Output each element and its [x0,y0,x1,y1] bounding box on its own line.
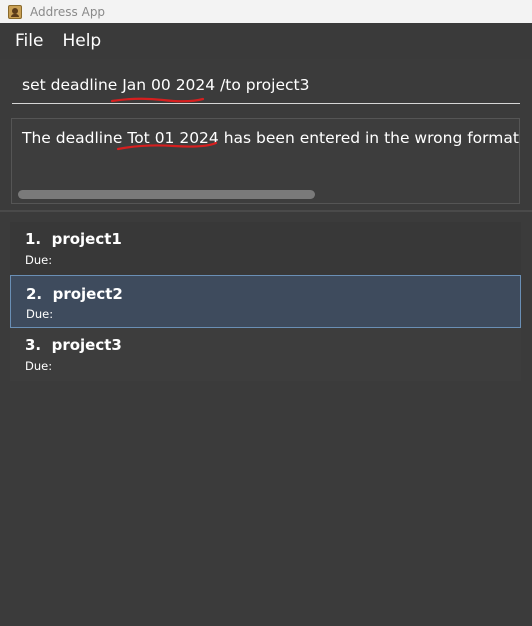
project-title: 3. project3 [25,336,122,354]
window-title: Address App [30,4,106,19]
result-message: The deadline Tot 01 2024 has been entere… [22,129,520,147]
project-due-label: Due: [25,253,53,267]
menu-bar: File Help [0,23,532,59]
menu-file[interactable]: File [15,31,43,51]
window-titlebar: Address App [0,0,532,23]
address-book-icon [8,4,22,19]
menu-help[interactable]: Help [62,31,101,51]
project-index: 1. [25,230,42,248]
project-index: 3. [25,336,42,354]
project-name: project1 [51,230,122,248]
project-due-label: Due: [25,359,53,373]
project-card-3[interactable]: 3. project3 Due: [10,328,521,381]
project-list: 1. project1 Due: 2. project2 Due: 3. pro… [10,222,521,381]
horizontal-scrollbar[interactable] [18,190,315,199]
project-card-1[interactable]: 1. project1 Due: [10,222,521,275]
command-box: set deadline Jan 00 2024 /to project3 [0,60,532,112]
command-input[interactable]: set deadline Jan 00 2024 /to project3 [12,70,520,104]
project-card-2[interactable]: 2. project2 Due: [10,275,521,328]
divider [0,210,532,212]
project-index: 2. [26,285,43,303]
project-title: 2. project2 [26,285,123,303]
project-title: 1. project1 [25,230,122,248]
project-name: project2 [52,285,123,303]
result-display[interactable]: The deadline Tot 01 2024 has been entere… [11,118,520,204]
project-name: project3 [51,336,122,354]
project-due-label: Due: [26,307,54,321]
